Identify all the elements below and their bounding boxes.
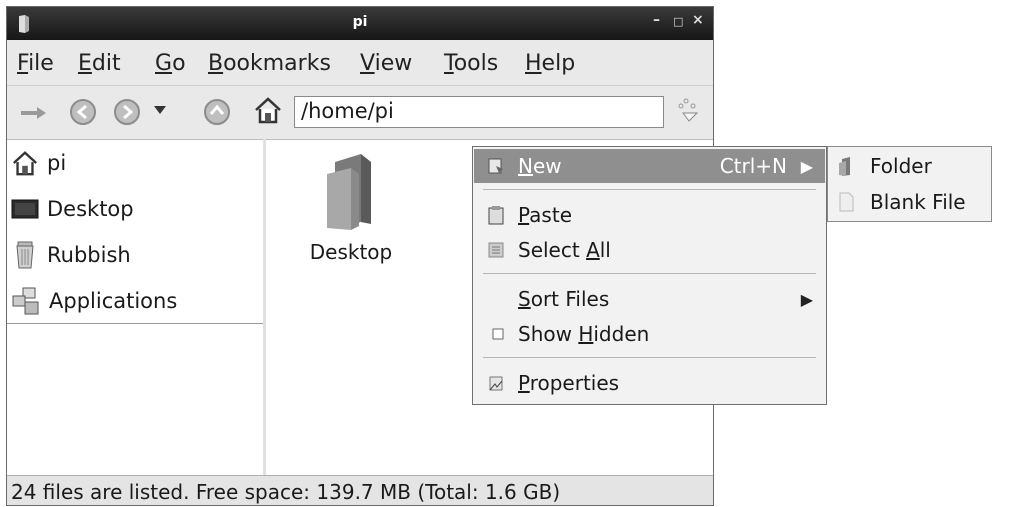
label-rest: ort Files bbox=[530, 287, 610, 311]
menu-item-paste-label: Paste bbox=[518, 203, 572, 227]
menu-item-sort-files[interactable]: Sort Files ▶ bbox=[474, 282, 825, 316]
toolbar: /home/pi bbox=[7, 85, 713, 136]
menu-item-select-all[interactable]: Select All bbox=[474, 233, 825, 267]
desktop-icon bbox=[11, 199, 39, 219]
menu-separator bbox=[483, 357, 816, 358]
menu-separator bbox=[483, 189, 816, 190]
submenu-arrow-icon: ▶ bbox=[800, 289, 813, 309]
up-button-icon[interactable] bbox=[203, 98, 231, 126]
menu-file-mnemonic: F bbox=[17, 51, 29, 76]
window-title: pi bbox=[352, 14, 368, 30]
menu-item-new-shortcut: Ctrl+N bbox=[719, 154, 787, 178]
mnemonic: P bbox=[518, 203, 530, 227]
sidebar-item-desktop[interactable]: Desktop bbox=[11, 192, 134, 226]
sidebar-item-label: pi bbox=[47, 151, 67, 175]
menu-item-properties[interactable]: Properties bbox=[474, 366, 825, 400]
trash-icon bbox=[16, 241, 34, 269]
title-bar[interactable]: pi – □ × bbox=[7, 7, 713, 40]
menu-file-label: ile bbox=[28, 51, 54, 76]
menu-bookmarks-label: ookmarks bbox=[223, 51, 331, 76]
menu-view[interactable]: View bbox=[360, 51, 412, 76]
menu-bookmarks[interactable]: Bookmarks bbox=[208, 51, 331, 76]
menu-edit[interactable]: Edit bbox=[78, 51, 121, 76]
go-jump-icon[interactable] bbox=[673, 95, 703, 127]
blank-file-icon bbox=[839, 192, 854, 212]
location-input[interactable]: /home/pi bbox=[294, 96, 664, 128]
places-sidebar: pi Desktop Rubbish Applications bbox=[7, 139, 264, 480]
file-item-desktop[interactable]: Desktop bbox=[296, 152, 406, 264]
menu-bar: File Edit Go Bookmarks View Tools Help bbox=[7, 45, 713, 79]
context-menu: New Ctrl+N ▶ Paste Select All Sort Files… bbox=[472, 146, 827, 405]
new-icon bbox=[488, 158, 503, 174]
label-rest: ew bbox=[532, 154, 562, 178]
submenu-item-blank-file[interactable]: Blank File bbox=[828, 185, 991, 219]
menu-go-mnemonic: G bbox=[155, 51, 173, 76]
menu-edit-label: dit bbox=[91, 51, 121, 76]
paste-icon bbox=[488, 206, 504, 225]
home-icon bbox=[13, 151, 37, 176]
applications-icon bbox=[12, 287, 39, 315]
menu-item-show-hidden[interactable]: Show Hidden bbox=[474, 317, 825, 351]
menu-go[interactable]: Go bbox=[155, 51, 186, 76]
menu-item-properties-label: Properties bbox=[518, 371, 619, 395]
menu-item-show-hidden-label: Show Hidden bbox=[518, 322, 649, 346]
label-pre: Select bbox=[518, 238, 587, 262]
label-rest: roperties bbox=[529, 371, 620, 395]
menu-help-mnemonic: H bbox=[525, 51, 542, 76]
menu-item-paste[interactable]: Paste bbox=[474, 198, 825, 232]
menu-go-label: o bbox=[172, 51, 186, 76]
menu-item-sort-files-label: Sort Files bbox=[518, 287, 609, 311]
mnemonic: S bbox=[518, 287, 531, 311]
mnemonic: H bbox=[578, 322, 594, 346]
menu-item-new[interactable]: New Ctrl+N ▶ bbox=[474, 149, 825, 183]
mnemonic: P bbox=[518, 371, 530, 395]
go-forward-arrow-icon[interactable] bbox=[19, 104, 49, 122]
select-all-icon bbox=[488, 242, 504, 258]
label-rest: aste bbox=[529, 203, 572, 227]
menu-tools-label: ools bbox=[453, 51, 499, 76]
menu-item-new-label: New bbox=[518, 154, 562, 178]
menu-help-label: elp bbox=[541, 51, 576, 76]
menu-view-mnemonic: V bbox=[360, 51, 375, 76]
sidebar-item-rubbish[interactable]: Rubbish bbox=[11, 238, 131, 272]
folder-icon bbox=[839, 157, 850, 176]
sidebar-divider bbox=[7, 323, 263, 324]
label-pre: Show bbox=[518, 322, 579, 346]
checkbox-icon[interactable] bbox=[492, 328, 504, 340]
mnemonic: N bbox=[518, 154, 533, 178]
menu-tools[interactable]: Tools bbox=[444, 51, 498, 76]
label-rest: idden bbox=[593, 322, 650, 346]
menu-separator bbox=[483, 273, 816, 274]
submenu-item-label: Folder bbox=[870, 154, 932, 178]
forward-button-icon[interactable] bbox=[113, 98, 141, 126]
new-submenu: Folder Blank File bbox=[827, 146, 992, 222]
properties-icon bbox=[489, 376, 503, 391]
file-label: Desktop bbox=[309, 240, 393, 264]
menu-help[interactable]: Help bbox=[525, 51, 575, 76]
sidebar-item-label: Applications bbox=[49, 289, 178, 313]
submenu-item-label: Blank File bbox=[870, 190, 966, 214]
label-rest: ll bbox=[599, 238, 611, 262]
maximize-button[interactable]: □ bbox=[673, 15, 683, 28]
menu-view-label: iew bbox=[374, 51, 413, 76]
submenu-arrow-icon: ▶ bbox=[800, 156, 813, 176]
menu-file[interactable]: File bbox=[17, 51, 54, 76]
sidebar-item-home[interactable]: pi bbox=[11, 146, 66, 180]
menu-bookmarks-mnemonic: B bbox=[208, 51, 224, 76]
menu-item-select-all-label: Select All bbox=[518, 238, 611, 262]
minimize-button[interactable]: – bbox=[653, 12, 660, 28]
mnemonic: A bbox=[586, 238, 600, 262]
sidebar-item-label: Desktop bbox=[47, 197, 134, 221]
status-bar: 24 files are listed. Free space: 139.7 M… bbox=[7, 475, 713, 505]
menu-edit-mnemonic: E bbox=[78, 51, 92, 76]
folder-icon bbox=[327, 154, 371, 230]
home-button-icon[interactable] bbox=[253, 95, 283, 125]
sidebar-item-label: Rubbish bbox=[47, 243, 131, 267]
back-button-icon[interactable] bbox=[69, 98, 97, 126]
menu-tools-mnemonic: T bbox=[444, 51, 454, 76]
close-button[interactable]: × bbox=[692, 12, 704, 28]
history-dropdown-icon[interactable] bbox=[154, 106, 166, 116]
submenu-item-folder[interactable]: Folder bbox=[828, 149, 991, 183]
sidebar-item-applications[interactable]: Applications bbox=[11, 284, 177, 318]
